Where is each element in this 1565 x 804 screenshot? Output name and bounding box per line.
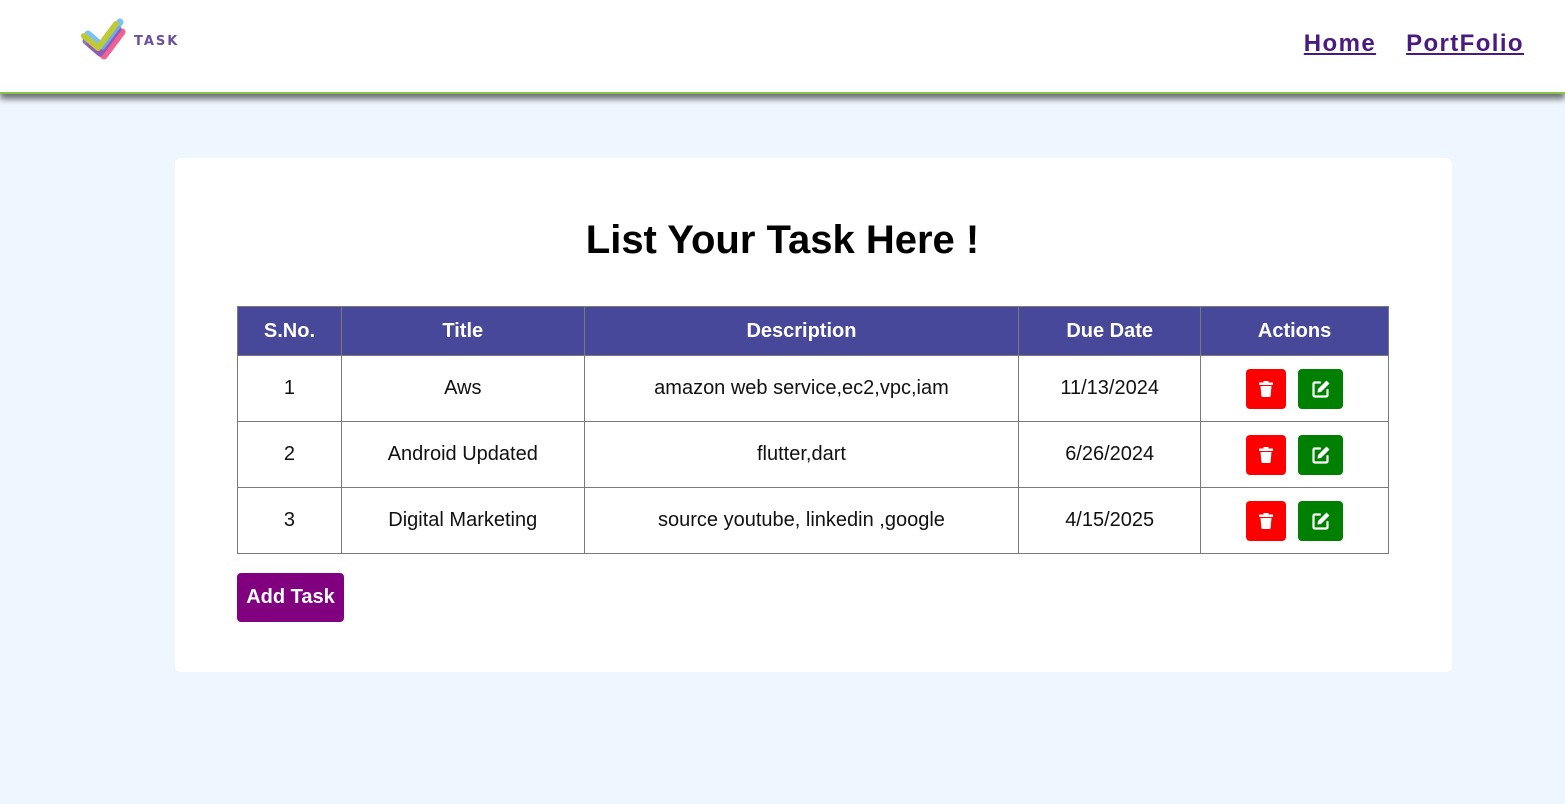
cell-description: amazon web service,ec2,vpc,iam — [583, 355, 1020, 422]
column-header-sno: S.No. — [237, 306, 342, 356]
add-task-button[interactable]: Add Task — [237, 573, 344, 622]
edit-icon — [1311, 380, 1330, 398]
trash-icon — [1259, 512, 1274, 529]
trash-icon — [1259, 446, 1274, 463]
logo-text: TASK — [134, 33, 180, 49]
cell-due-date: 11/13/2024 — [1018, 355, 1202, 422]
cell-title: Digital Marketing — [340, 487, 585, 554]
cell-actions — [1200, 487, 1389, 554]
column-header-due-date: Due Date — [1018, 306, 1202, 356]
table-row: 1 Aws amazon web service,ec2,vpc,iam 11/… — [237, 355, 1389, 422]
cell-actions — [1200, 421, 1389, 488]
edit-button[interactable] — [1298, 434, 1344, 475]
cell-due-date: 6/26/2024 — [1018, 421, 1202, 488]
trash-icon — [1259, 380, 1274, 397]
edit-button[interactable] — [1298, 368, 1344, 409]
delete-button[interactable] — [1246, 368, 1287, 409]
nav-link-portfolio[interactable]: PortFolio — [1406, 30, 1524, 58]
edit-icon — [1311, 512, 1330, 530]
logo-check-icon — [81, 18, 126, 60]
page-title: List Your Task Here ! — [585, 218, 980, 262]
task-table: S.No. Title Description Due Date Actions… — [237, 306, 1389, 554]
cell-sno: 3 — [237, 487, 342, 554]
nav-link-home[interactable]: Home — [1304, 30, 1376, 58]
cell-due-date: 4/15/2025 — [1018, 487, 1202, 554]
cell-sno: 2 — [237, 421, 342, 488]
table-row: 2 Android Updated flutter,dart 6/26/2024 — [237, 421, 1389, 488]
top-navbar: TASK Home PortFolio — [0, 0, 1565, 94]
edit-icon — [1311, 446, 1330, 464]
delete-button[interactable] — [1246, 500, 1287, 541]
column-header-title: Title — [340, 306, 585, 356]
edit-button[interactable] — [1298, 500, 1344, 541]
cell-title: Android Updated — [340, 421, 585, 488]
table-row: 3 Digital Marketing source youtube, link… — [237, 487, 1389, 554]
cell-sno: 1 — [237, 355, 342, 422]
cell-description: flutter,dart — [583, 421, 1020, 488]
nav-links: Home PortFolio — [1304, 30, 1524, 58]
cell-description: source youtube, linkedin ,google — [583, 487, 1020, 554]
delete-button[interactable] — [1246, 434, 1287, 475]
cell-title: Aws — [340, 355, 585, 422]
cell-actions — [1200, 355, 1389, 422]
column-header-actions: Actions — [1200, 306, 1389, 356]
app-logo[interactable]: TASK — [80, 16, 179, 66]
column-header-description: Description — [583, 306, 1020, 356]
table-header-row: S.No. Title Description Due Date Actions — [237, 306, 1389, 356]
